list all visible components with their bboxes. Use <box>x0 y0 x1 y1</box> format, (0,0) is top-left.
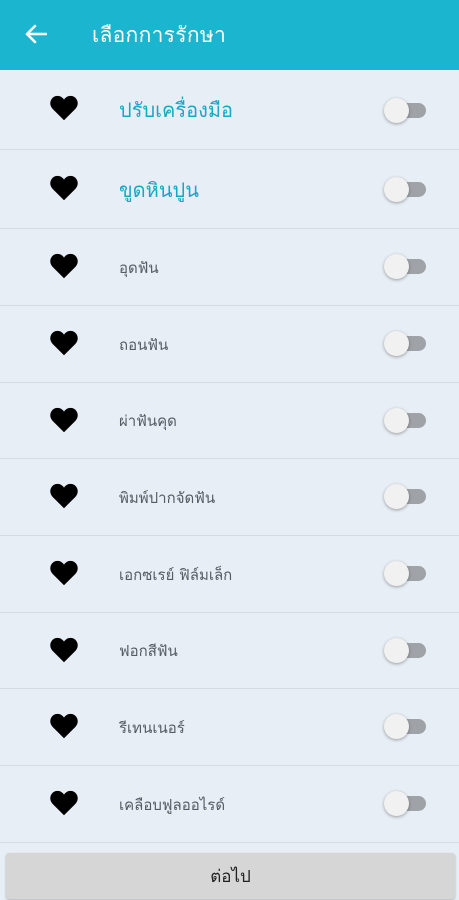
treatment-row[interactable]: ปรับเครื่องมือ <box>0 70 459 150</box>
back-button[interactable] <box>18 16 54 52</box>
treatment-toggle[interactable] <box>384 98 426 123</box>
heart-icon <box>50 253 78 279</box>
treatment-toggle[interactable] <box>384 408 426 433</box>
treatment-row[interactable]: ขูดหินปูน <box>0 150 459 229</box>
treatment-toggle[interactable] <box>384 714 426 739</box>
treatment-label: เคลือบฟูลออไรด์ <box>119 796 226 814</box>
treatment-label: ผ่าฟันคุด <box>119 412 177 430</box>
treatment-row[interactable]: เคลือบฟูลออไรด์ <box>0 766 459 843</box>
heart-icon <box>50 713 78 739</box>
treatment-row[interactable]: เอกซเรย์ ฟิล์มเล็ก <box>0 536 459 613</box>
treatment-row[interactable]: รีเทนเนอร์ <box>0 689 459 766</box>
app-bar: เลือกการรักษา <box>0 0 459 70</box>
treatment-label: อุดฟัน <box>119 259 159 277</box>
treatment-list: ปรับเครื่องมือ ขูดหินปูน อุดฟัน ถอนฟัน ผ… <box>0 70 459 843</box>
treatment-toggle[interactable] <box>384 254 426 279</box>
treatment-row[interactable]: พิมพ์ปากจัดฟัน <box>0 459 459 536</box>
arrow-left-icon <box>25 24 47 44</box>
treatment-toggle[interactable] <box>384 484 426 509</box>
treatment-toggle[interactable] <box>384 638 426 663</box>
treatment-label: ขูดหินปูน <box>119 178 199 202</box>
treatment-label: ปรับเครื่องมือ <box>119 98 234 122</box>
treatment-toggle[interactable] <box>384 177 426 202</box>
page-title: เลือกการรักษา <box>92 23 227 47</box>
heart-icon <box>50 790 78 816</box>
heart-icon <box>50 95 78 121</box>
treatment-label: รีเทนเนอร์ <box>119 719 185 737</box>
heart-icon <box>50 330 78 356</box>
treatment-toggle[interactable] <box>384 791 426 816</box>
treatment-label: พิมพ์ปากจัดฟัน <box>119 489 216 507</box>
heart-icon <box>50 175 78 201</box>
heart-icon <box>50 560 78 586</box>
heart-icon <box>50 637 78 663</box>
next-button[interactable]: ต่อไป <box>6 853 455 899</box>
treatment-toggle[interactable] <box>384 331 426 356</box>
treatment-label: เอกซเรย์ ฟิล์มเล็ก <box>119 566 233 584</box>
heart-icon <box>50 407 78 433</box>
treatment-row[interactable]: อุดฟัน <box>0 229 459 306</box>
treatment-row[interactable]: ฟอกสีฟัน <box>0 613 459 689</box>
treatment-label: ถอนฟัน <box>119 336 169 354</box>
treatment-toggle[interactable] <box>384 561 426 586</box>
treatment-row[interactable]: ถอนฟัน <box>0 306 459 383</box>
treatment-label: ฟอกสีฟัน <box>119 642 178 660</box>
treatment-row[interactable]: ผ่าฟันคุด <box>0 383 459 459</box>
heart-icon <box>50 483 78 509</box>
